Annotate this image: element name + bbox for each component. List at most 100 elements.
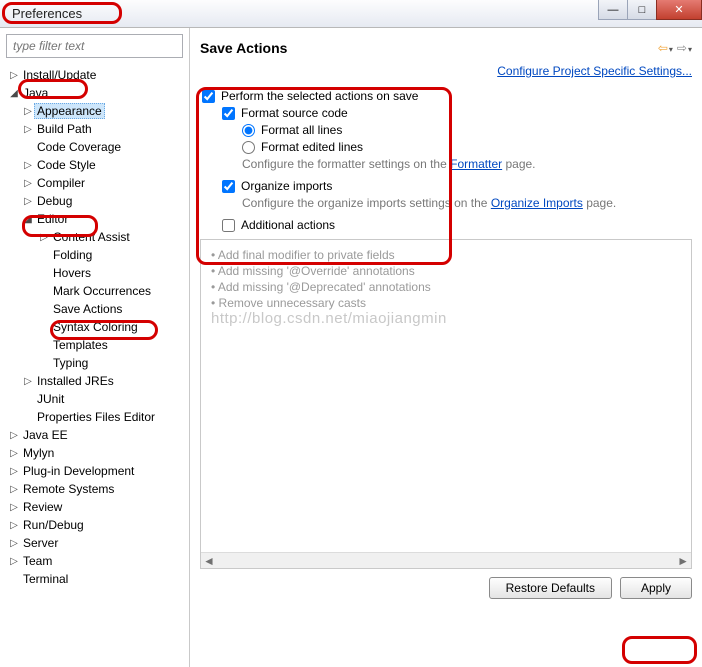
tree-item-mylyn[interactable]: ▷Mylyn bbox=[4, 444, 189, 462]
window-buttons: — □ ✕ bbox=[599, 0, 702, 20]
list-item: Remove unnecessary casts bbox=[211, 296, 681, 310]
expand-icon: ▷ bbox=[8, 466, 20, 477]
perform-row: Perform the selected actions on save bbox=[202, 89, 692, 103]
collapse-icon: ◢ bbox=[22, 214, 34, 225]
content-area: ▷Install/Update ◢Java ▷Appearance ▷Build… bbox=[0, 28, 702, 667]
format-source-label: Format source code bbox=[241, 106, 348, 120]
watermark-text: http://blog.csdn.net/miaojiangmin bbox=[211, 310, 447, 327]
tree-item-terminal[interactable]: Terminal bbox=[4, 570, 189, 588]
apply-button[interactable]: Apply bbox=[620, 577, 692, 599]
expand-icon: ▷ bbox=[22, 124, 34, 135]
tree-item-hovers[interactable]: Hovers bbox=[4, 264, 189, 282]
tree-item-plugin-dev[interactable]: ▷Plug-in Development bbox=[4, 462, 189, 480]
scroll-right-icon[interactable]: ► bbox=[677, 554, 689, 568]
restore-defaults-button[interactable]: Restore Defaults bbox=[489, 577, 612, 599]
tree-item-code-coverage[interactable]: Code Coverage bbox=[4, 138, 189, 156]
tree-item-templates[interactable]: Templates bbox=[4, 336, 189, 354]
expand-icon: ▷ bbox=[8, 520, 20, 531]
organize-link[interactable]: Organize Imports bbox=[491, 196, 583, 210]
project-settings-link[interactable]: Configure Project Specific Settings... bbox=[497, 64, 692, 78]
expand-icon: ▷ bbox=[22, 376, 34, 387]
minimize-button[interactable]: — bbox=[598, 0, 628, 20]
additional-label: Additional actions bbox=[241, 218, 335, 232]
tree-item-editor[interactable]: ◢Editor bbox=[4, 210, 189, 228]
tree-item-appearance[interactable]: ▷Appearance bbox=[4, 102, 189, 120]
tree-item-build-path[interactable]: ▷Build Path bbox=[4, 120, 189, 138]
expand-icon: ▷ bbox=[8, 484, 20, 495]
perform-label: Perform the selected actions on save bbox=[221, 89, 418, 103]
expand-icon: ▷ bbox=[38, 232, 50, 243]
format-edited-label: Format edited lines bbox=[261, 140, 363, 154]
title-bar: Preferences — □ ✕ bbox=[0, 0, 702, 28]
format-source-row: Format source code bbox=[202, 106, 692, 120]
tree-item-install-update[interactable]: ▷Install/Update bbox=[4, 66, 189, 84]
window-title: Preferences bbox=[4, 4, 90, 23]
main-panel: Save Actions ⇦ ⇨ Configure Project Speci… bbox=[190, 28, 702, 667]
nav-arrows: ⇦ ⇨ bbox=[658, 41, 692, 55]
footer-buttons: Restore Defaults Apply bbox=[200, 577, 692, 599]
tree-item-team[interactable]: ▷Team bbox=[4, 552, 189, 570]
tree-item-properties-files-editor[interactable]: Properties Files Editor bbox=[4, 408, 189, 426]
tree-item-code-style[interactable]: ▷Code Style bbox=[4, 156, 189, 174]
list-item: Add missing '@Override' annotations bbox=[211, 264, 681, 278]
tree-item-content-assist[interactable]: ▷Content Assist bbox=[4, 228, 189, 246]
collapse-icon: ◢ bbox=[8, 88, 20, 99]
format-edited-radio[interactable] bbox=[242, 141, 255, 154]
expand-icon: ▷ bbox=[22, 160, 34, 171]
additional-checkbox[interactable] bbox=[222, 219, 235, 232]
tree-item-java-ee[interactable]: ▷Java EE bbox=[4, 426, 189, 444]
tree-item-review[interactable]: ▷Review bbox=[4, 498, 189, 516]
expand-icon: ▷ bbox=[8, 538, 20, 549]
tree-item-run-debug[interactable]: ▷Run/Debug bbox=[4, 516, 189, 534]
expand-icon: ▷ bbox=[22, 196, 34, 207]
expand-icon: ▷ bbox=[8, 556, 20, 567]
form: Perform the selected actions on save For… bbox=[200, 86, 692, 235]
tree-item-remote-systems[interactable]: ▷Remote Systems bbox=[4, 480, 189, 498]
organize-checkbox[interactable] bbox=[222, 180, 235, 193]
main-header: Save Actions ⇦ ⇨ bbox=[200, 36, 692, 60]
additional-row: Additional actions bbox=[202, 218, 692, 232]
expand-icon: ▷ bbox=[8, 430, 20, 441]
organize-row: Organize imports bbox=[202, 179, 692, 193]
format-source-checkbox[interactable] bbox=[222, 107, 235, 120]
scroll-left-icon[interactable]: ◄ bbox=[203, 554, 215, 568]
filter-input[interactable] bbox=[6, 34, 183, 58]
formatter-link[interactable]: Formatter bbox=[450, 157, 502, 171]
organize-desc: Configure the organize imports settings … bbox=[202, 196, 692, 210]
close-button[interactable]: ✕ bbox=[656, 0, 702, 20]
maximize-button[interactable]: □ bbox=[627, 0, 657, 20]
tree-item-debug[interactable]: ▷Debug bbox=[4, 192, 189, 210]
additional-actions-list: Add final modifier to private fields Add… bbox=[200, 239, 692, 569]
tree-item-typing[interactable]: Typing bbox=[4, 354, 189, 372]
tree-item-installed-jres[interactable]: ▷Installed JREs bbox=[4, 372, 189, 390]
format-all-radio[interactable] bbox=[242, 124, 255, 137]
formatter-desc: Configure the formatter settings on the … bbox=[202, 157, 692, 171]
format-all-row: Format all lines bbox=[202, 123, 692, 137]
forward-icon[interactable]: ⇨ bbox=[677, 41, 692, 55]
expand-icon: ▷ bbox=[8, 448, 20, 459]
organize-label: Organize imports bbox=[241, 179, 332, 193]
page-title: Save Actions bbox=[200, 40, 287, 56]
expand-icon: ▷ bbox=[22, 178, 34, 189]
project-settings-row: Configure Project Specific Settings... bbox=[200, 64, 692, 78]
tree-item-compiler[interactable]: ▷Compiler bbox=[4, 174, 189, 192]
tree-item-folding[interactable]: Folding bbox=[4, 246, 189, 264]
tree-item-server[interactable]: ▷Server bbox=[4, 534, 189, 552]
tree-item-syntax-coloring[interactable]: Syntax Coloring bbox=[4, 318, 189, 336]
preferences-tree: ▷Install/Update ◢Java ▷Appearance ▷Build… bbox=[0, 64, 189, 667]
tree-item-save-actions[interactable]: Save Actions bbox=[4, 300, 189, 318]
tree-item-java[interactable]: ◢Java bbox=[4, 84, 189, 102]
tree-item-junit[interactable]: JUnit bbox=[4, 390, 189, 408]
expand-icon: ▷ bbox=[8, 70, 20, 81]
format-edited-row: Format edited lines bbox=[202, 140, 692, 154]
filter-box bbox=[6, 34, 183, 58]
format-all-label: Format all lines bbox=[261, 123, 342, 137]
expand-icon: ▷ bbox=[8, 502, 20, 513]
back-icon[interactable]: ⇦ bbox=[658, 41, 673, 55]
expand-icon: ▷ bbox=[22, 106, 34, 117]
horizontal-scrollbar[interactable]: ◄► bbox=[201, 552, 691, 568]
tree-item-mark-occurrences[interactable]: Mark Occurrences bbox=[4, 282, 189, 300]
list-item: Add final modifier to private fields bbox=[211, 248, 681, 262]
list-item: Add missing '@Deprecated' annotations bbox=[211, 280, 681, 294]
perform-checkbox[interactable] bbox=[202, 90, 215, 103]
